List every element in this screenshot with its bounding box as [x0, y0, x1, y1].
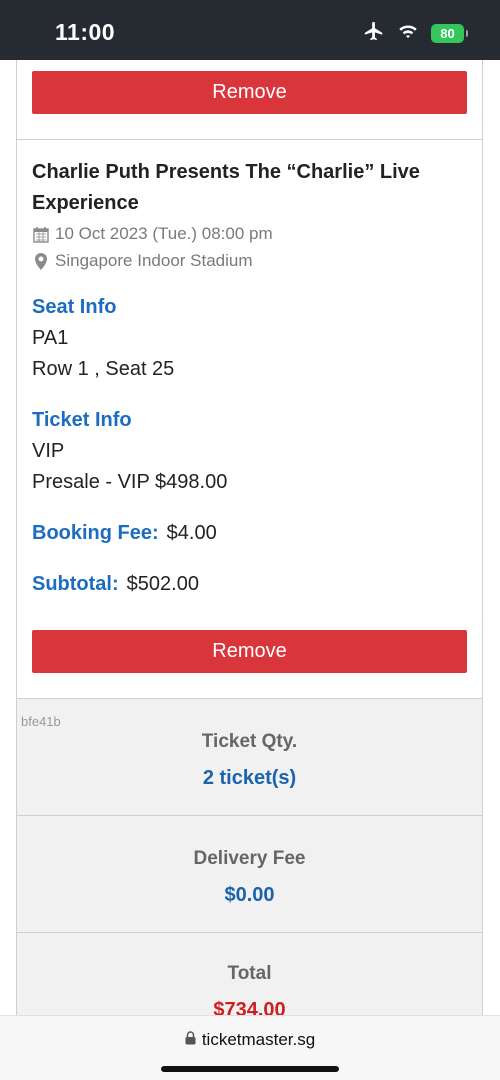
delivery-fee-value: $0.00 — [224, 884, 275, 906]
cart-content[interactable]: Remove Charlie Puth Presents The “Charli… — [16, 60, 483, 1015]
url-display[interactable]: ticketmaster.sg — [0, 1030, 500, 1050]
battery-level: 80 — [440, 26, 455, 41]
subtotal-label: Subtotal: — [32, 573, 119, 595]
ticket-price-line: Presale - VIP $498.00 — [32, 471, 228, 493]
event-venue-text: Singapore Indoor Stadium — [55, 251, 253, 270]
event-venue: Singapore Indoor Stadium — [32, 249, 472, 273]
calendar-icon — [32, 226, 49, 243]
lock-icon — [185, 1030, 196, 1050]
wifi-icon — [397, 22, 419, 45]
event-details: Charlie Puth Presents The “Charlie” Live… — [32, 157, 472, 273]
battery-charging-icon: 80 — [431, 24, 468, 43]
event-datetime: 10 Oct 2023 (Tue.) 08:00 pm — [32, 222, 472, 246]
event-datetime-text: 10 Oct 2023 (Tue.) 08:00 pm — [55, 224, 273, 243]
ticket-qty-value: 2 ticket(s) — [202, 767, 297, 789]
total-label: Total — [227, 963, 272, 984]
airplane-icon — [363, 20, 385, 47]
booking-fee-row: Booking Fee: $4.00 — [32, 522, 217, 545]
ticket-type: VIP — [32, 440, 65, 462]
seat-row-seat: Row 1 , Seat 25 — [32, 358, 175, 380]
home-indicator[interactable] — [161, 1066, 339, 1072]
seat-section: PA1 — [32, 327, 69, 349]
remove-button-previous-item[interactable]: Remove — [32, 71, 467, 114]
clock: 11:00 — [55, 19, 116, 45]
status-icons: 80 — [363, 20, 468, 47]
delivery-fee-label: Delivery Fee — [193, 848, 306, 869]
ticket-qty-label: Ticket Qty. — [201, 731, 298, 752]
item-divider — [17, 139, 482, 140]
order-code: bfe41b — [21, 714, 61, 729]
subtotal-value: $502.00 — [126, 573, 199, 595]
seat-info: Seat Info PA1 Row 1 , Seat 25 — [32, 296, 174, 385]
ticket-qty-panel: Ticket Qty. 2 ticket(s) — [17, 699, 482, 815]
seat-info-label: Seat Info — [32, 296, 117, 318]
browser-address-bar[interactable]: ticketmaster.sg — [0, 1015, 500, 1080]
booking-fee-label: Booking Fee: — [32, 522, 159, 544]
delivery-fee-panel: Delivery Fee $0.00 — [17, 816, 482, 932]
status-bar: 11:00 80 — [0, 0, 500, 60]
subtotal-row: Subtotal: $502.00 — [32, 573, 199, 596]
total-value: $734.00 — [213, 999, 286, 1015]
map-pin-icon — [32, 252, 49, 270]
total-panel: Total $734.00 — [17, 933, 482, 1015]
remove-button[interactable]: Remove — [32, 630, 467, 673]
ticket-info-label: Ticket Info — [32, 409, 132, 431]
ticket-info: Ticket Info VIP Presale - VIP $498.00 — [32, 409, 227, 498]
event-title: Charlie Puth Presents The “Charlie” Live… — [32, 161, 420, 214]
booking-fee-value: $4.00 — [166, 522, 217, 544]
url-text: ticketmaster.sg — [201, 1030, 316, 1049]
